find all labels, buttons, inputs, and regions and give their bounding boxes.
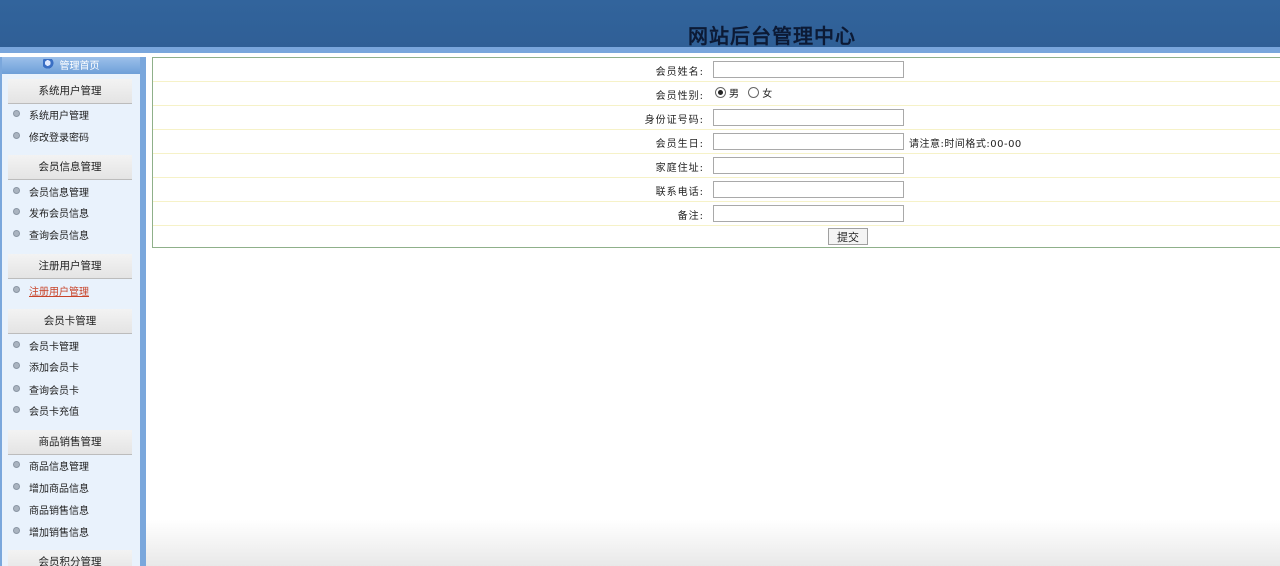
- id-label: 身份证号码:: [644, 115, 704, 126]
- sidebar-item-member-card[interactable]: 会员卡管理: [13, 340, 79, 355]
- gender-male-radio[interactable]: [715, 87, 726, 98]
- birthday-label: 会员生日:: [655, 139, 704, 150]
- member-form: 会员姓名: 会员性别: 男 女 身份证号码: 会员生日: 请注意:时间格式:00…: [152, 57, 1280, 248]
- section-header-member-card[interactable]: 会员卡管理: [8, 309, 132, 334]
- sidebar-item-product-info[interactable]: 商品信息管理: [13, 460, 89, 475]
- sidebar-item-add-sales[interactable]: 增加销售信息: [13, 526, 89, 541]
- gender-female-radio[interactable]: [748, 87, 760, 98]
- bullet-icon: [13, 340, 20, 348]
- sidebar-home-link[interactable]: 管理首页: [2, 57, 140, 74]
- form-row-id: 身份证号码:: [153, 106, 1280, 130]
- sidebar-item-publish-member[interactable]: 发布会员信息: [13, 207, 89, 222]
- bullet-icon: [13, 186, 20, 194]
- sidebar-panel: 管理首页 系统用户管理 系统用户管理 修改登录密码 会员信息管理 会员信息管理 …: [2, 57, 140, 566]
- id-number-input[interactable]: [713, 109, 904, 126]
- birthday-hint: 请注意:时间格式:00-00: [909, 139, 1022, 150]
- bullet-icon: [13, 504, 20, 512]
- form-row-name: 会员姓名:: [153, 58, 1280, 82]
- header-strip: [0, 47, 1280, 53]
- bullet-icon: [13, 526, 20, 534]
- birthday-input[interactable]: [713, 133, 904, 150]
- gender-label: 会员性别:: [655, 91, 704, 102]
- sidebar-item-system-users[interactable]: 系统用户管理: [13, 109, 89, 124]
- note-label: 备注:: [677, 211, 704, 222]
- address-input[interactable]: [713, 157, 904, 174]
- gender-female-label: 女: [762, 89, 773, 100]
- form-row-birthday: 会员生日: 请注意:时间格式:00-00: [153, 130, 1280, 154]
- section-header-sales[interactable]: 商品销售管理: [8, 430, 132, 455]
- sidebar-item-query-card[interactable]: 查询会员卡: [13, 384, 79, 399]
- address-label: 家庭住址:: [655, 163, 704, 174]
- sidebar-item-member-info[interactable]: 会员信息管理: [13, 186, 89, 201]
- section-header-registered-users[interactable]: 注册用户管理: [8, 254, 132, 279]
- bullet-icon: [13, 229, 20, 237]
- name-label: 会员姓名:: [655, 67, 704, 78]
- sidebar-item-query-member[interactable]: 查询会员信息: [13, 229, 89, 244]
- section-header-system-users[interactable]: 系统用户管理: [8, 79, 132, 104]
- page-title: 网站后台管理中心: [688, 24, 856, 48]
- section-header-member-info[interactable]: 会员信息管理: [8, 155, 132, 180]
- home-globe-icon: [42, 59, 55, 69]
- form-row-note: 备注:: [153, 202, 1280, 226]
- sidebar-item-add-card[interactable]: 添加会员卡: [13, 361, 79, 376]
- header-bar: 网站后台管理中心: [0, 0, 1280, 48]
- sidebar: 管理首页 系统用户管理 系统用户管理 修改登录密码 会员信息管理 会员信息管理 …: [0, 57, 146, 566]
- sidebar-item-registered-users[interactable]: 注册用户管理: [13, 285, 89, 300]
- bullet-icon: [13, 207, 20, 215]
- form-row-address: 家庭住址:: [153, 154, 1280, 178]
- sidebar-item-change-password[interactable]: 修改登录密码: [13, 131, 89, 146]
- gender-radio-group: 男 女: [715, 85, 778, 100]
- bullet-icon: [13, 405, 20, 413]
- note-input[interactable]: [713, 205, 904, 222]
- bottom-fade-overlay: [146, 520, 1280, 566]
- phone-label: 联系电话:: [655, 187, 704, 198]
- bullet-icon: [13, 109, 20, 117]
- form-row-phone: 联系电话:: [153, 178, 1280, 202]
- bullet-icon: [13, 285, 20, 293]
- sidebar-item-add-product[interactable]: 增加商品信息: [13, 482, 89, 497]
- bullet-icon: [13, 384, 20, 392]
- bullet-icon: [13, 482, 20, 490]
- sidebar-item-sales-info[interactable]: 商品销售信息: [13, 504, 89, 519]
- submit-button[interactable]: 提交: [828, 228, 868, 245]
- sidebar-item-card-recharge[interactable]: 会员卡充值: [13, 405, 79, 420]
- sidebar-home-label: 管理首页: [59, 61, 100, 72]
- form-row-gender: 会员性别: 男 女: [153, 82, 1280, 106]
- bullet-icon: [13, 460, 20, 468]
- gender-male-label: 男: [729, 89, 739, 100]
- phone-input[interactable]: [713, 181, 904, 198]
- section-header-points[interactable]: 会员积分管理: [8, 550, 132, 566]
- name-input[interactable]: [713, 61, 904, 78]
- bullet-icon: [13, 361, 20, 369]
- bullet-icon: [13, 131, 20, 139]
